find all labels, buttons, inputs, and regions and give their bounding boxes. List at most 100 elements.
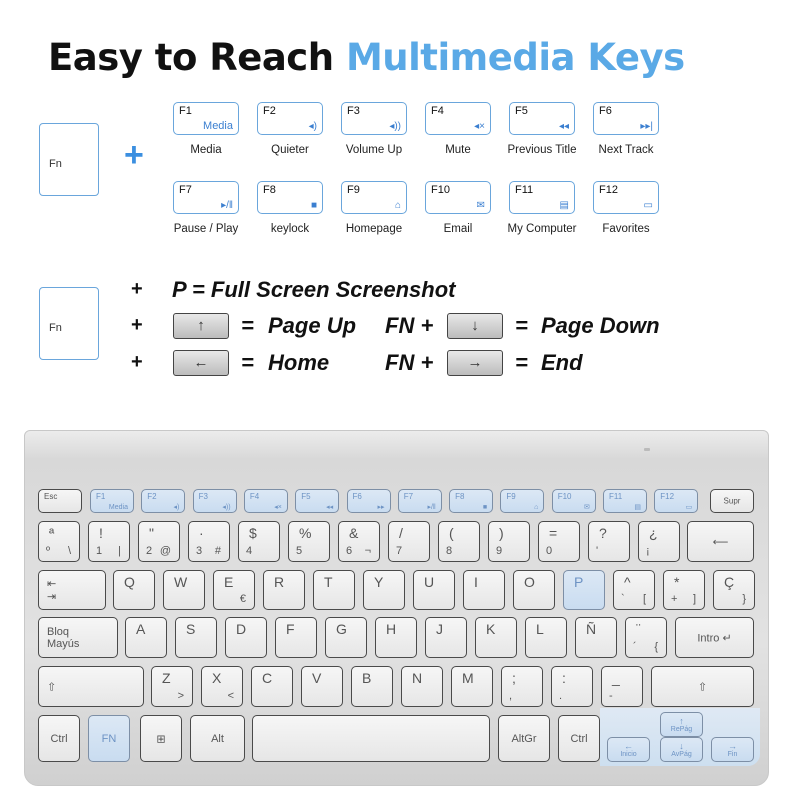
key-([interactable]: (8 bbox=[438, 521, 480, 562]
key-f8[interactable]: F8 ■ bbox=[449, 489, 494, 513]
key-ctrl[interactable]: Ctrl bbox=[558, 715, 600, 762]
key-supr[interactable]: Supr bbox=[710, 489, 754, 513]
key-e[interactable]: E € bbox=[213, 570, 255, 610]
key-⇤-⇥[interactable]: ⇤ ⇥ bbox=[38, 570, 106, 610]
key-f6[interactable]: F6 ▸▸ bbox=[346, 489, 391, 513]
key-d[interactable]: D bbox=[225, 617, 267, 658]
key-k[interactable]: K bbox=[475, 617, 517, 658]
key-"[interactable]: " 2 @ bbox=[138, 521, 180, 562]
key-i[interactable]: I bbox=[463, 570, 505, 610]
key-ç[interactable]: Ç} bbox=[713, 570, 755, 610]
key-l[interactable]: L bbox=[525, 617, 567, 658]
windows-icon[interactable]: ⊞ bbox=[140, 715, 182, 762]
key-←[interactable]: ← Inicio bbox=[607, 737, 650, 762]
key-^[interactable]: ^ ` [ bbox=[613, 570, 655, 610]
key-w[interactable]: W bbox=[163, 570, 205, 610]
key-&[interactable]: & 6 ¬ bbox=[338, 521, 380, 562]
key-ctrl[interactable]: Ctrl bbox=[38, 715, 80, 762]
fkey-function-label: Media bbox=[190, 144, 222, 156]
key-legend: / bbox=[399, 525, 403, 541]
key-u[interactable]: U bbox=[413, 570, 455, 610]
key-f1[interactable]: F1 Media bbox=[90, 489, 134, 513]
key-c[interactable]: C bbox=[251, 666, 293, 707]
key-q[interactable]: Q bbox=[113, 570, 155, 610]
key-%[interactable]: % 5 bbox=[288, 521, 330, 562]
key-legend: ⇧ bbox=[697, 681, 708, 693]
key-legend: F2 bbox=[147, 492, 157, 501]
key-p[interactable]: P bbox=[563, 570, 605, 610]
key-legend: 0 bbox=[546, 545, 553, 557]
key-g[interactable]: G bbox=[325, 617, 367, 658]
key-m[interactable]: M bbox=[451, 666, 493, 707]
key-f11[interactable]: F11 ▤ bbox=[603, 489, 647, 513]
key-t[interactable]: T bbox=[313, 570, 355, 610]
key-fn[interactable]: FN bbox=[88, 715, 130, 762]
key-legend: ¬ bbox=[364, 545, 371, 557]
fn-key-illustration: Fn bbox=[39, 123, 99, 196]
key-·[interactable]: · 3 # bbox=[188, 521, 230, 562]
key-legend: R bbox=[274, 574, 285, 590]
key-⇧[interactable]: ⇧ bbox=[38, 666, 144, 707]
fkey-f7: F7 ▸/‖ bbox=[173, 181, 239, 214]
key-_[interactable]: _ - bbox=[601, 666, 643, 707]
key-=[interactable]: = 0 bbox=[538, 521, 580, 562]
key-f7[interactable]: F7 ▸/‖ bbox=[397, 489, 442, 513]
key-![interactable]: ! 1 | bbox=[88, 521, 130, 562]
keylock-icon: ■ bbox=[310, 200, 317, 211]
key-↑[interactable]: ↑ RePág bbox=[660, 712, 703, 737]
end-label: End bbox=[541, 350, 583, 375]
key-legend: L bbox=[536, 621, 544, 637]
key-legend: ) bbox=[499, 525, 504, 541]
key-z[interactable]: Z > bbox=[151, 666, 193, 707]
key-ª[interactable]: ª º \ bbox=[38, 521, 80, 562]
key-f4[interactable]: F4 ◂× bbox=[243, 489, 288, 513]
key-f2[interactable]: F2 ◂) bbox=[141, 489, 186, 513]
key-bloq-mayús[interactable]: Bloq Mayús bbox=[38, 617, 118, 658]
key-o[interactable]: O bbox=[513, 570, 555, 610]
key-legend: F9 bbox=[506, 492, 516, 501]
key-¨[interactable]: ¨ ´ { bbox=[625, 617, 667, 658]
key-f9[interactable]: F9 ⌂ bbox=[500, 489, 545, 513]
key-$[interactable]: $4 bbox=[238, 521, 280, 562]
key-*[interactable]: * +] bbox=[663, 570, 705, 610]
key-?[interactable]: ? ' bbox=[588, 521, 630, 562]
key-v[interactable]: V bbox=[301, 666, 343, 707]
key-esc[interactable]: Esc bbox=[38, 489, 82, 513]
key-f[interactable]: F bbox=[275, 617, 317, 658]
key-⟵[interactable]: ⟵ bbox=[687, 521, 754, 562]
key-→[interactable]: → Fin bbox=[711, 737, 754, 762]
key-f3[interactable]: F3 ◂)) bbox=[192, 489, 237, 513]
key-legend: F5 bbox=[301, 492, 311, 501]
key-f12[interactable]: F12 ▭ bbox=[654, 489, 699, 513]
key-⇧[interactable]: ⇧ bbox=[651, 666, 754, 707]
key-h[interactable]: H bbox=[375, 617, 417, 658]
key-f5[interactable]: F5 ◂◂ bbox=[295, 489, 340, 513]
key-y[interactable]: Y bbox=[363, 570, 405, 610]
key-intro-↵[interactable]: Intro ↵ bbox=[675, 617, 754, 658]
key-alt[interactable]: Alt bbox=[190, 715, 245, 762]
key-;[interactable]: ;, bbox=[501, 666, 543, 707]
key-n[interactable]: N bbox=[401, 666, 443, 707]
key-b[interactable]: B bbox=[351, 666, 393, 707]
status-led bbox=[644, 448, 650, 451]
key-j[interactable]: J bbox=[425, 617, 467, 658]
key-legend: W bbox=[174, 574, 188, 590]
key-legend: F4 bbox=[249, 492, 260, 501]
previous-track-icon: ◂◂ bbox=[558, 121, 569, 132]
key-a[interactable]: A bbox=[125, 617, 167, 658]
key-¿[interactable]: ¿ ¡ bbox=[638, 521, 680, 562]
key-)[interactable]: ) 9 bbox=[488, 521, 530, 562]
key-legend: & bbox=[349, 525, 359, 541]
key-r[interactable]: R bbox=[263, 570, 305, 610]
key-f10[interactable]: F10 ✉ bbox=[551, 489, 596, 513]
key-altgr[interactable]: AltGr bbox=[498, 715, 550, 762]
key-legend: ´ bbox=[633, 641, 637, 653]
key-:[interactable]: :. bbox=[551, 666, 593, 707]
key-↓[interactable]: ↓ AvPág bbox=[660, 737, 703, 762]
key-/[interactable]: /7 bbox=[388, 521, 430, 562]
key-x[interactable]: X < bbox=[201, 666, 243, 707]
key-space[interactable] bbox=[252, 715, 490, 762]
key-ñ[interactable]: Ñ bbox=[575, 617, 617, 658]
key-s[interactable]: S bbox=[175, 617, 217, 658]
key-legend: \ bbox=[67, 545, 71, 557]
